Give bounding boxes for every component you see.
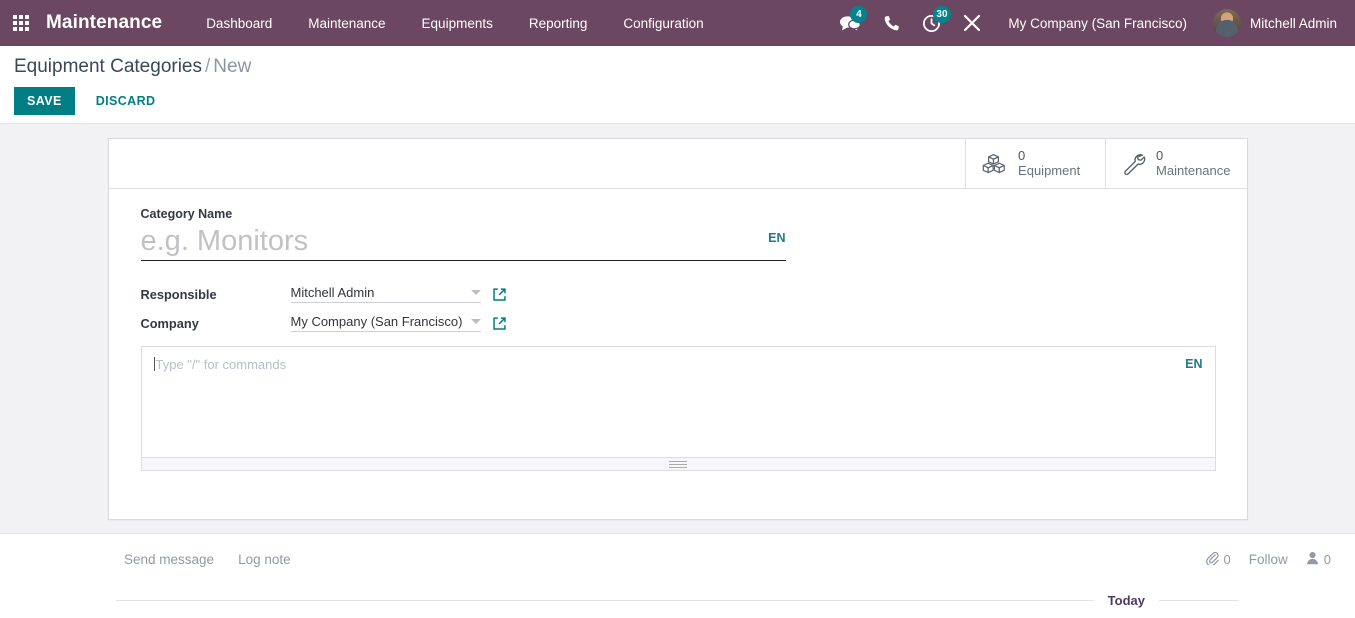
category-name-lang-badge[interactable]: EN [768,231,785,245]
chevron-down-icon[interactable] [471,290,481,295]
company-many2one[interactable] [291,314,481,332]
today-label: Today [1094,593,1159,608]
debug-tools-icon[interactable] [952,0,992,46]
category-name-field-wrap: EN [141,225,786,261]
form-sheet: 0 Equipment 0 Maintenance Category Name [108,138,1248,520]
category-name-input[interactable] [141,225,701,258]
menu-item-reporting[interactable]: Reporting [511,0,606,46]
chatter: Send message Log note 0 Follow [0,533,1355,618]
activities-badge: 30 [933,6,950,23]
category-name-label: Category Name [141,207,1215,221]
resize-grip-icon [669,459,687,470]
inner-group: Responsible [141,285,591,332]
separator-line-left [116,600,1094,601]
breadcrumb: Equipment Categories/New [14,56,1355,78]
note-editor-wrap: Type "/" for commands EN [141,346,1216,471]
activities-clock-icon[interactable]: 30 [911,0,952,46]
phone-icon[interactable] [872,0,911,46]
breadcrumb-current: New [213,56,251,77]
chatter-toolbar: Send message Log note 0 Follow [0,548,1355,571]
main-menu: Dashboard Maintenance Equipments Reporti… [188,0,722,46]
menu-item-dashboard[interactable]: Dashboard [188,0,290,46]
note-lang-badge[interactable]: EN [1185,357,1202,371]
navbar-right-section: 4 30 My Company (San Francisco) Mitchell… [828,0,1343,46]
paperclip-icon [1205,551,1219,568]
user-icon [1306,551,1319,568]
app-brand-title[interactable]: Maintenance [46,12,162,34]
user-menu[interactable]: Mitchell Admin [1203,9,1343,37]
company-label: Company [141,316,291,331]
stat-button-maintenance[interactable]: 0 Maintenance [1105,139,1246,188]
avatar [1213,9,1241,37]
top-navbar: Maintenance Dashboard Maintenance Equipm… [0,0,1355,46]
boxes-icon [982,153,1008,175]
note-placeholder: Type "/" for commands [156,357,287,372]
stat-button-equipment-text: 0 Equipment [1018,149,1080,179]
responsible-field-row: Responsible [141,285,591,303]
stat-button-box: 0 Equipment 0 Maintenance [109,139,1247,189]
stat-button-maintenance-text: 0 Maintenance [1156,149,1230,179]
breadcrumb-separator: / [205,56,210,77]
separator-line-right [1159,600,1239,601]
user-name-label: Mitchell Admin [1250,16,1337,31]
note-editor[interactable]: Type "/" for commands EN [142,347,1215,457]
note-resize-handle[interactable] [142,457,1215,470]
company-field-row: Company [141,314,591,332]
attachments-counter[interactable]: 0 [1205,551,1231,568]
responsible-many2one[interactable] [291,285,481,303]
equipment-count: 0 [1018,149,1080,164]
discard-button[interactable]: DISCARD [83,87,169,115]
messages-badge: 4 [850,6,867,23]
control-panel-buttons: SAVE DISCARD [14,87,1355,115]
control-panel: Equipment Categories/New SAVE DISCARD [0,46,1355,124]
send-message-button[interactable]: Send message [116,548,222,571]
followers-counter[interactable]: 0 [1306,551,1331,568]
company-external-link-icon[interactable] [492,316,507,331]
menu-item-configuration[interactable]: Configuration [605,0,721,46]
stat-button-equipment[interactable]: 0 Equipment [965,139,1105,188]
responsible-label: Responsible [141,287,291,302]
equipment-label: Equipment [1018,164,1080,179]
log-note-button[interactable]: Log note [230,548,299,571]
followers-count: 0 [1324,552,1331,567]
company-switcher[interactable]: My Company (San Francisco) [992,16,1203,31]
follow-button[interactable]: Follow [1249,552,1288,567]
maintenance-count: 0 [1156,149,1230,164]
attachment-count: 0 [1224,552,1231,567]
menu-item-maintenance[interactable]: Maintenance [290,0,403,46]
responsible-control [291,285,507,303]
breadcrumb-root[interactable]: Equipment Categories [14,56,202,77]
chatter-right-section: 0 Follow 0 [1205,551,1331,568]
form-body: Category Name EN Responsible [109,189,1247,491]
text-caret [154,357,155,371]
company-control [291,314,507,332]
company-input[interactable] [291,314,463,329]
apps-grid-icon[interactable] [10,12,32,34]
form-view: 0 Equipment 0 Maintenance Category Name [0,124,1355,533]
maintenance-label: Maintenance [1156,164,1230,179]
save-button[interactable]: SAVE [14,87,75,115]
chevron-down-icon[interactable] [471,319,481,324]
responsible-input[interactable] [291,285,463,300]
responsible-external-link-icon[interactable] [492,287,507,302]
today-separator: Today [116,593,1239,608]
menu-item-equipments[interactable]: Equipments [404,0,511,46]
messages-icon[interactable]: 4 [828,0,872,46]
wrench-icon [1122,153,1146,175]
